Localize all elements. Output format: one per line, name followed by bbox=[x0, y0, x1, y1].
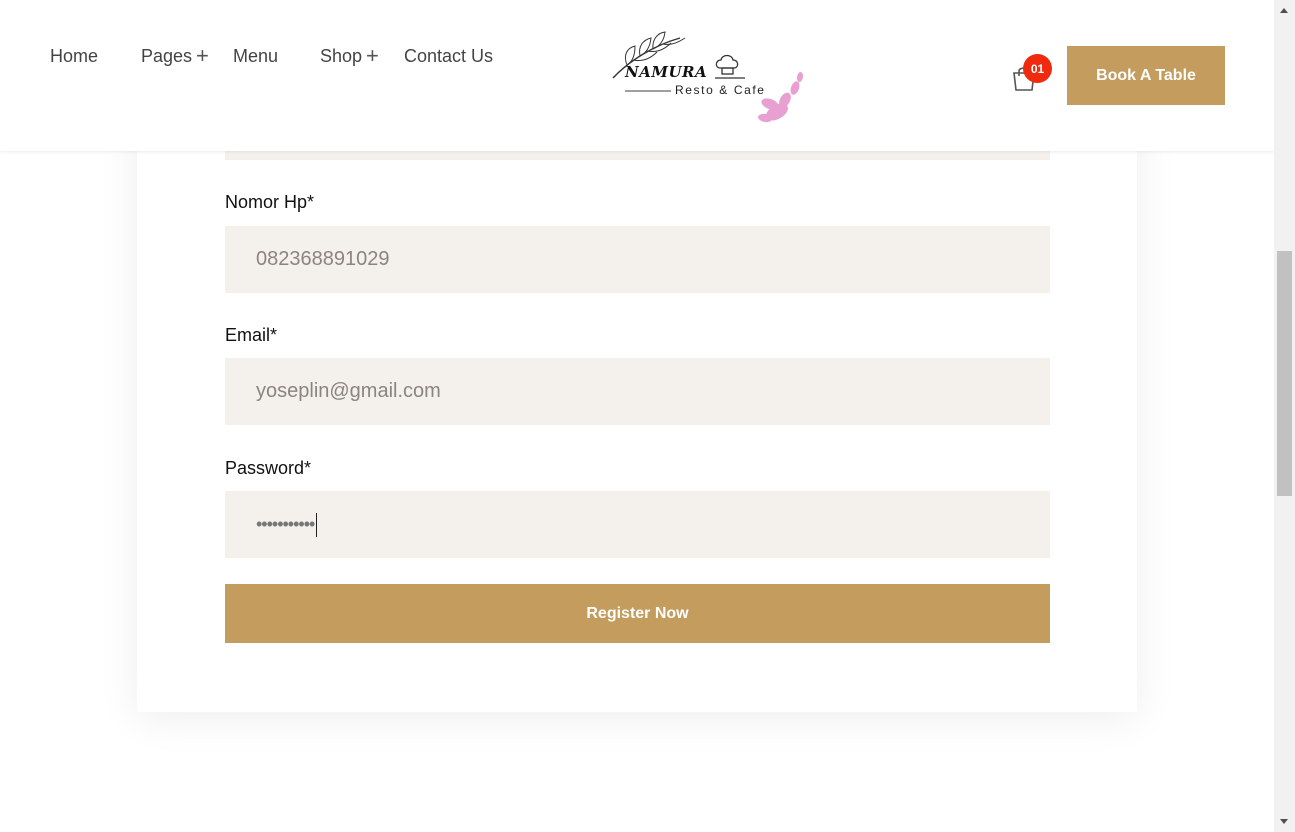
register-button[interactable]: Register Now bbox=[225, 584, 1050, 643]
text-caret bbox=[316, 512, 318, 537]
scrollbar-thumb[interactable] bbox=[1277, 251, 1292, 496]
nav-item-pages[interactable]: Pages + bbox=[141, 44, 209, 67]
password-label: Password* bbox=[225, 458, 312, 478]
phone-label: Nomor Hp* bbox=[225, 192, 315, 212]
nav-item-label: Menu bbox=[233, 46, 279, 66]
nav-item-contact[interactable]: Contact Us bbox=[404, 46, 493, 67]
site-header: Home Pages + Menu Shop + Contact Us NAMU… bbox=[0, 0, 1274, 151]
nav-item-shop[interactable]: Shop + bbox=[320, 44, 379, 67]
logo-title: NAMURA bbox=[625, 63, 708, 81]
cart-count-badge: 01 bbox=[1023, 54, 1052, 83]
password-input[interactable]: ••••••••••• bbox=[225, 491, 1050, 558]
scroll-down-icon[interactable] bbox=[1280, 819, 1288, 824]
scroll-up-icon[interactable] bbox=[1280, 8, 1288, 13]
phone-input-value: 082368891029 bbox=[256, 248, 390, 270]
nav-item-label: Home bbox=[50, 46, 99, 66]
site-logo[interactable]: NAMURA Resto & Cafe bbox=[605, 20, 810, 130]
nav-item-label: Shop bbox=[320, 46, 363, 66]
email-label: Email* bbox=[225, 325, 278, 345]
book-table-button[interactable]: Book A Table bbox=[1067, 46, 1225, 105]
nav-item-menu[interactable]: Menu bbox=[233, 46, 278, 67]
plus-icon[interactable]: + bbox=[366, 44, 379, 67]
page-scrollbar[interactable] bbox=[1274, 0, 1295, 832]
plus-icon[interactable]: + bbox=[196, 44, 209, 67]
nav-item-label: Pages bbox=[141, 46, 193, 66]
email-input-value: yoseplin@gmail.com bbox=[256, 380, 441, 402]
logo-subtitle: Resto & Cafe bbox=[675, 83, 766, 97]
phone-input[interactable]: 082368891029 bbox=[225, 226, 1050, 293]
nav-item-label: Contact Us bbox=[404, 46, 494, 66]
email-input[interactable]: yoseplin@gmail.com bbox=[225, 358, 1050, 425]
password-input-value: ••••••••••• bbox=[256, 514, 315, 534]
nav-item-home[interactable]: Home bbox=[50, 46, 98, 67]
